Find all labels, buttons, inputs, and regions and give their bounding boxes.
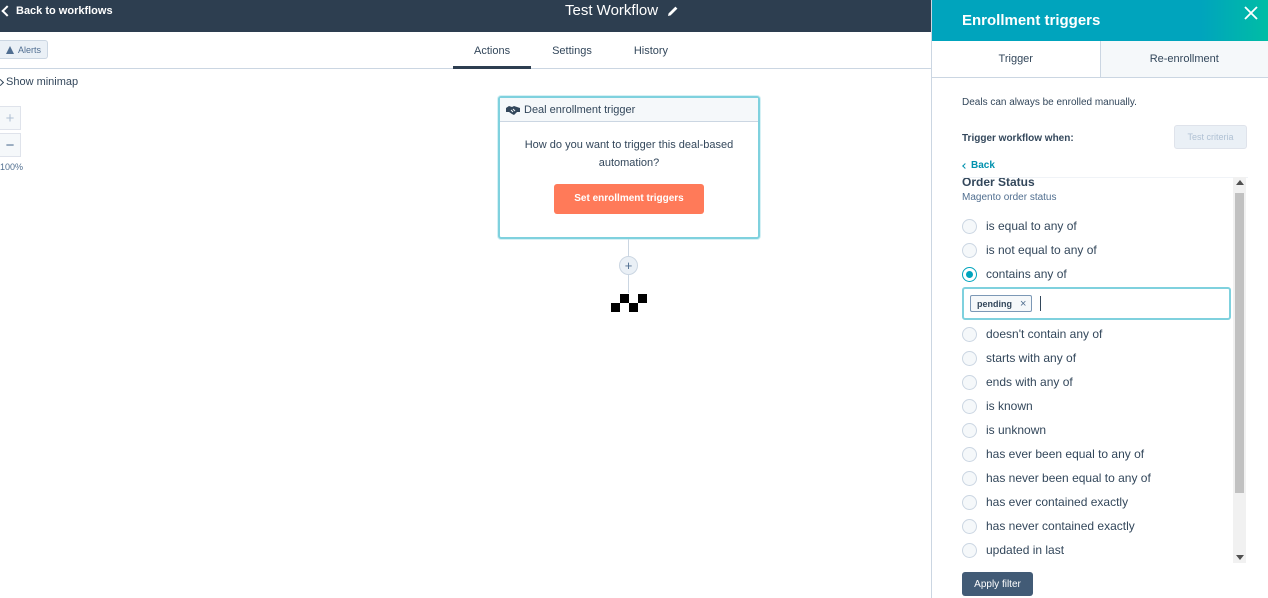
option-has-never-been-equal[interactable]: has never been equal to any of: [962, 470, 1151, 486]
radio-button[interactable]: [962, 446, 977, 462]
option-is-unknown[interactable]: is unknown: [962, 422, 1046, 438]
option-is-not-equal-to-any-of[interactable]: is not equal to any of: [962, 242, 1097, 258]
show-minimap-label: Show minimap: [6, 76, 79, 88]
tab-settings[interactable]: Settings: [531, 32, 613, 69]
panel-tabs: Trigger Re-enrollment: [932, 41, 1268, 78]
trigger-when-label: Trigger workflow when:: [962, 133, 1074, 144]
option-doesnt-contain-any-of[interactable]: doesn't contain any of: [962, 326, 1102, 342]
filter-options: Order Status Magento order status is equ…: [962, 177, 1248, 563]
workflow-title: Test Workflow: [565, 2, 679, 19]
trigger-card-body: How do you want to trigger this deal-bas…: [500, 122, 758, 214]
radio-button[interactable]: [962, 218, 977, 234]
option-label: has never been equal to any of: [986, 471, 1151, 485]
top-bar: Back to workflows Test Workflow: [0, 0, 931, 32]
chevron-left-icon: [962, 162, 968, 169]
alerts-label: Alerts: [18, 44, 42, 55]
workflow-title-text: Test Workflow: [565, 2, 659, 19]
values-input[interactable]: pending ×: [962, 287, 1231, 320]
option-label: updated in last: [986, 543, 1065, 557]
set-enrollment-triggers-button[interactable]: Set enrollment triggers: [554, 184, 704, 214]
option-label: doesn't contain any of: [986, 327, 1103, 341]
tab-history[interactable]: History: [613, 32, 689, 69]
radio-button[interactable]: [962, 518, 977, 534]
radio-button[interactable]: [962, 374, 977, 390]
option-label: ends with any of: [986, 375, 1073, 389]
option-has-ever-contained-exactly[interactable]: has ever contained exactly: [962, 494, 1128, 510]
scrollbar-thumb[interactable]: [1235, 193, 1244, 493]
option-is-known[interactable]: is known: [962, 398, 1033, 414]
property-name: Order Status: [962, 177, 1035, 189]
option-has-ever-been-equal[interactable]: has ever been equal to any of: [962, 446, 1144, 462]
pencil-icon[interactable]: [667, 5, 679, 17]
filter-scrollbar[interactable]: [1233, 177, 1246, 563]
tab-trigger[interactable]: Trigger: [932, 41, 1100, 77]
back-to-workflows-label: Back to workflows: [16, 5, 113, 17]
option-label: is not equal to any of: [986, 243, 1097, 257]
option-ends-with-any-of[interactable]: ends with any of: [962, 374, 1073, 390]
zoom-in-button[interactable]: +: [0, 106, 21, 130]
workflow-sub-bar: Alerts Actions Settings History: [0, 32, 931, 69]
back-button[interactable]: Back: [962, 160, 995, 171]
enrollment-triggers-panel: Enrollment triggers Trigger Re-enrollmen…: [931, 0, 1268, 598]
value-tag-label: pending: [977, 298, 1012, 309]
scroll-down-icon[interactable]: [1236, 555, 1244, 560]
workflow-tabs: Actions Settings History: [453, 32, 689, 69]
option-updated-in-last[interactable]: updated in last: [962, 542, 1064, 558]
radio-button[interactable]: [962, 542, 977, 558]
checkered-flag-icon: [611, 294, 647, 312]
option-label: is known: [986, 399, 1033, 413]
radio-button[interactable]: [962, 350, 977, 366]
radio-button-selected[interactable]: [962, 266, 977, 282]
radio-button[interactable]: [962, 470, 977, 486]
radio-button[interactable]: [962, 242, 977, 258]
text-cursor: [1040, 296, 1042, 311]
handshake-icon: [506, 105, 520, 115]
option-label: starts with any of: [986, 351, 1077, 365]
close-icon[interactable]: [1244, 6, 1258, 20]
radio-button[interactable]: [962, 398, 977, 414]
back-label: Back: [971, 160, 995, 171]
radio-button[interactable]: [962, 422, 977, 438]
radio-button[interactable]: [962, 494, 977, 510]
option-label: has never contained exactly: [986, 519, 1135, 533]
option-label: contains any of: [986, 267, 1067, 281]
alerts-button[interactable]: Alerts: [0, 40, 49, 59]
remove-tag-icon[interactable]: ×: [1020, 298, 1026, 310]
chevron-left-icon: [1, 5, 13, 17]
radio-button[interactable]: [962, 326, 977, 342]
trigger-card-header: Deal enrollment trigger: [500, 98, 758, 122]
chevron-right-icon: [0, 78, 5, 86]
option-label: has ever been equal to any of: [986, 447, 1145, 461]
option-label: is equal to any of: [986, 219, 1077, 233]
trigger-card-title: Deal enrollment trigger: [524, 103, 636, 116]
tab-actions[interactable]: Actions: [453, 32, 532, 69]
option-label: is unknown: [986, 423, 1047, 437]
add-action-button[interactable]: +: [619, 256, 638, 275]
warning-icon: [6, 45, 14, 54]
option-contains-any-of[interactable]: contains any of: [962, 266, 1067, 282]
option-starts-with-any-of[interactable]: starts with any of: [962, 350, 1076, 366]
show-minimap-toggle[interactable]: Show minimap: [0, 76, 78, 88]
option-label: has ever contained exactly: [986, 495, 1129, 509]
scroll-up-icon[interactable]: [1236, 180, 1244, 185]
tab-re-enrollment[interactable]: Re-enrollment: [1099, 41, 1268, 77]
apply-filter-button[interactable]: Apply filter: [962, 572, 1033, 596]
option-is-equal-to-any-of[interactable]: is equal to any of: [962, 218, 1077, 234]
zoom-level: 100%: [0, 162, 24, 172]
property-description: Magento order status: [962, 192, 1057, 203]
panel-header: Enrollment triggers: [932, 0, 1268, 41]
trigger-card-question: How do you want to trigger this deal-bas…: [524, 139, 734, 169]
panel-title: Enrollment triggers: [962, 12, 1101, 29]
manual-enroll-note: Deals can always be enrolled manually.: [962, 97, 1137, 108]
deal-enrollment-trigger-card[interactable]: Deal enrollment trigger How do you want …: [498, 96, 760, 239]
test-criteria-button[interactable]: Test criteria: [1174, 125, 1247, 149]
value-tag: pending ×: [970, 295, 1033, 312]
zoom-out-button[interactable]: −: [0, 133, 21, 157]
back-to-workflows-link[interactable]: Back to workflows: [0, 3, 113, 19]
option-has-never-contained-exactly[interactable]: has never contained exactly: [962, 518, 1135, 534]
